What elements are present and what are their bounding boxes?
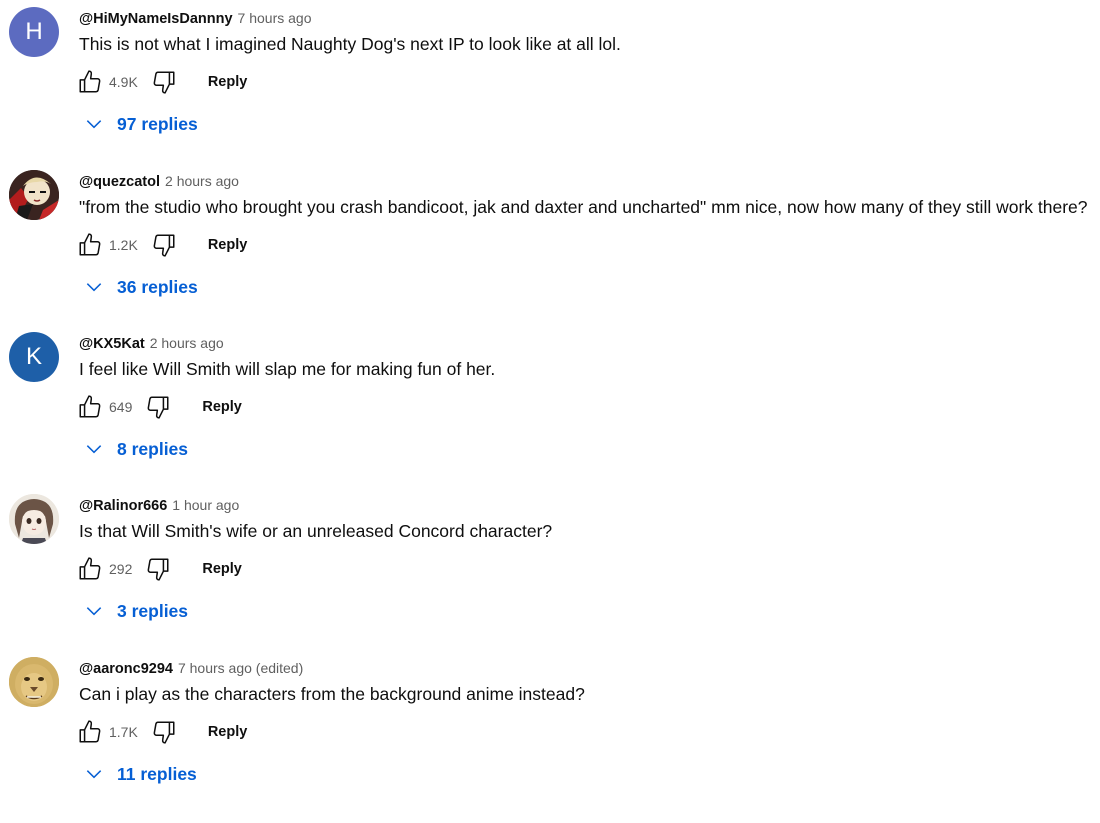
- comment-thread: H @HiMyNameIsDannny 7 hours ago This is n…: [0, 7, 1100, 173]
- author-name[interactable]: @HiMyNameIsDannny: [79, 11, 233, 27]
- chevron-down-icon: [82, 275, 106, 299]
- reply-button[interactable]: Reply: [208, 74, 248, 90]
- like-count: 292: [109, 561, 133, 577]
- comment-text: Is that Will Smith's wife or an unreleas…: [79, 521, 553, 541]
- like-button[interactable]: [76, 393, 104, 421]
- author-name[interactable]: @aaronc9294: [79, 661, 173, 677]
- replies-count-label: 3 replies: [117, 600, 189, 621]
- replies-count-label: 11 replies: [117, 763, 197, 784]
- anime-girl-avatar-icon: [9, 494, 59, 544]
- author-name[interactable]: @quezcatol: [79, 174, 160, 190]
- thumbs-up-icon: [79, 720, 101, 743]
- thumbs-down-icon: [153, 721, 175, 744]
- anime-character-avatar-icon: [9, 170, 59, 220]
- timestamp[interactable]: 7 hours ago: [238, 10, 312, 26]
- like-count: 1.2K: [109, 237, 138, 253]
- avatar[interactable]: K: [9, 332, 59, 382]
- comment-text: This is not what I imagined Naughty Dog'…: [79, 34, 621, 54]
- comment-text: I feel like Will Smith will slap me for …: [79, 359, 496, 379]
- avatar[interactable]: [9, 657, 59, 707]
- view-replies-button[interactable]: 11 replies: [82, 762, 197, 786]
- comment-header: @KX5Kat 2 hours ago: [79, 335, 224, 352]
- comment-thread: K @KX5Kat 2 hours ago I feel like Will Sm…: [0, 332, 1100, 498]
- thumbs-down-icon: [147, 558, 169, 581]
- replies-count-label: 97 replies: [117, 113, 198, 134]
- like-button[interactable]: [76, 231, 104, 259]
- like-button[interactable]: [76, 718, 104, 746]
- like-button[interactable]: [76, 68, 104, 96]
- view-replies-button[interactable]: 3 replies: [82, 599, 188, 623]
- like-count: 649: [109, 399, 133, 415]
- chevron-down-icon: [82, 112, 106, 136]
- avatar-letter: K: [25, 343, 42, 370]
- comment-header: @HiMyNameIsDannny 7 hours ago: [79, 10, 312, 27]
- reply-button[interactable]: Reply: [202, 561, 242, 577]
- comment-actions: 649 Reply: [76, 392, 242, 422]
- avatar[interactable]: [9, 494, 59, 544]
- chevron-down-icon: [82, 762, 106, 786]
- dislike-button[interactable]: [150, 718, 178, 746]
- view-replies-button[interactable]: 36 replies: [82, 275, 198, 299]
- reply-button[interactable]: Reply: [202, 399, 242, 415]
- author-name[interactable]: @Ralinor666: [79, 498, 167, 514]
- replies-count-label: 36 replies: [117, 276, 198, 297]
- like-count: 1.7K: [109, 724, 138, 740]
- thumbs-up-icon: [79, 395, 101, 418]
- avatar-letter: H: [25, 18, 43, 45]
- comment-header: @quezcatol 2 hours ago: [79, 173, 239, 190]
- like-count: 4.9K: [109, 74, 138, 90]
- view-replies-button[interactable]: 97 replies: [82, 112, 198, 136]
- chevron-down-icon: [82, 599, 106, 623]
- comment-header: @Ralinor666 1 hour ago: [79, 497, 239, 514]
- replies-count-label: 8 replies: [117, 438, 189, 459]
- comment-thread: @quezcatol 2 hours ago "from the studio w…: [0, 170, 1100, 336]
- comment-text: "from the studio who brought you crash b…: [79, 197, 1088, 217]
- comment-thread: @aaronc9294 7 hours ago (edited) Can i pl…: [0, 657, 1100, 823]
- thumbs-down-icon: [147, 396, 169, 419]
- dislike-button[interactable]: [144, 393, 172, 421]
- comment-header: @aaronc9294 7 hours ago (edited): [79, 660, 303, 677]
- comment-actions: 292 Reply: [76, 554, 242, 584]
- lion-face-avatar-icon: [9, 657, 59, 707]
- chevron-down-icon: [82, 437, 106, 461]
- thumbs-up-icon: [79, 70, 101, 93]
- comment-thread: @Ralinor666 1 hour ago Is that Will Smith…: [0, 494, 1100, 660]
- comment-text: Can i play as the characters from the ba…: [79, 684, 585, 704]
- timestamp[interactable]: 7 hours ago (edited): [178, 660, 303, 676]
- thumbs-up-icon: [79, 233, 101, 256]
- reply-button[interactable]: Reply: [208, 237, 248, 253]
- dislike-button[interactable]: [144, 555, 172, 583]
- author-name[interactable]: @KX5Kat: [79, 336, 145, 352]
- timestamp[interactable]: 2 hours ago: [165, 173, 239, 189]
- avatar[interactable]: [9, 170, 59, 220]
- timestamp[interactable]: 1 hour ago: [172, 497, 239, 513]
- timestamp[interactable]: 2 hours ago: [150, 335, 224, 351]
- avatar[interactable]: H: [9, 7, 59, 57]
- comment-actions: 1.7K Reply: [76, 717, 247, 747]
- comment-actions: 4.9K Reply: [76, 67, 247, 97]
- thumbs-down-icon: [153, 234, 175, 257]
- like-button[interactable]: [76, 555, 104, 583]
- view-replies-button[interactable]: 8 replies: [82, 437, 188, 461]
- thumbs-up-icon: [79, 557, 101, 580]
- thumbs-down-icon: [153, 71, 175, 94]
- comment-actions: 1.2K Reply: [76, 230, 247, 260]
- dislike-button[interactable]: [150, 68, 178, 96]
- reply-button[interactable]: Reply: [208, 724, 248, 740]
- dislike-button[interactable]: [150, 231, 178, 259]
